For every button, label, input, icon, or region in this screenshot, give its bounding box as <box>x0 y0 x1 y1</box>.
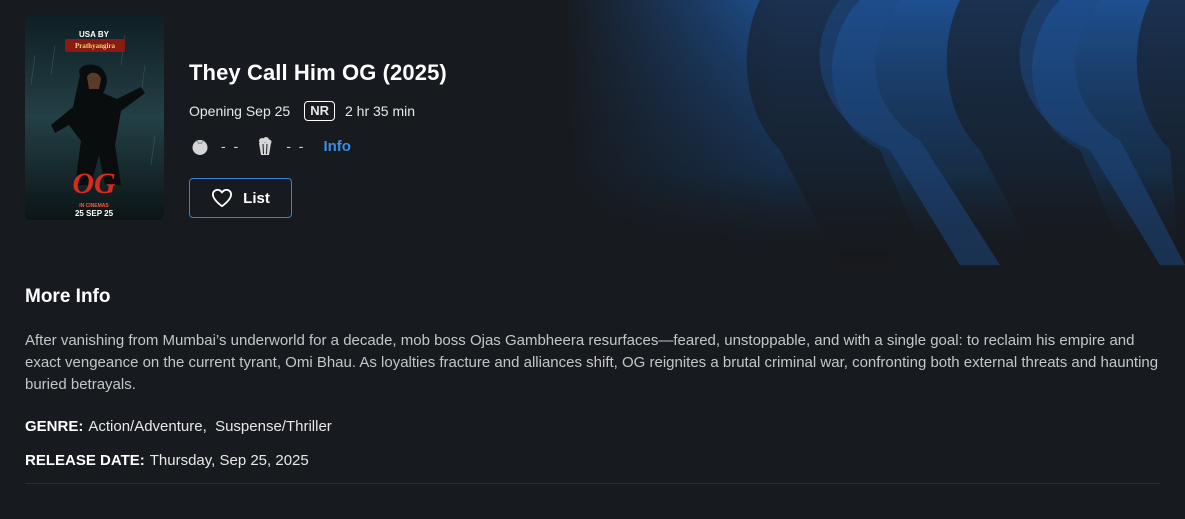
hero-background <box>0 0 1185 265</box>
movie-description: After vanishing from Mumbai’s underworld… <box>25 332 1159 393</box>
movie-title: They Call Him OG (2025) <box>189 60 447 85</box>
movie-poster[interactable]: USA BY Prathyangira OG IN CINEMAS 25 SEP… <box>25 15 164 220</box>
add-to-list-button[interactable]: List <box>189 178 292 218</box>
poster-title-text: OG <box>72 167 116 200</box>
divider <box>25 483 1160 484</box>
poster-logo-text: Prathyangira <box>75 42 116 50</box>
list-button-label: List <box>243 189 270 207</box>
genre-label: GENRE: <box>25 418 84 435</box>
release-date-row: RELEASE DATE: Thursday, Sep 25, 2025 <box>25 452 309 469</box>
tomatometer-score: - - <box>221 138 241 154</box>
rating-badge: NR <box>304 101 335 121</box>
poster-top-text: USA BY <box>79 30 110 39</box>
poster-image: USA BY Prathyangira OG IN CINEMAS 25 SEP… <box>25 15 164 220</box>
poster-release-text: 25 SEP 25 <box>75 209 114 218</box>
popcorn-icon <box>254 135 276 157</box>
heart-icon <box>211 188 233 208</box>
release-date-value: Thursday, Sep 25, 2025 <box>149 452 309 469</box>
tomato-icon <box>189 135 211 157</box>
popcornmeter-score: - - <box>286 138 306 154</box>
info-link[interactable]: Info <box>323 138 351 155</box>
genre-row: GENRE: Action/Adventure, Suspense/Thrille… <box>25 418 332 435</box>
release-date-label: RELEASE DATE: <box>25 452 145 469</box>
opening-date: Opening Sep 25 <box>189 103 291 119</box>
movie-meta: Opening Sep 25 NR 2 hr 35 min <box>189 100 415 122</box>
scores-row: - - - - Info <box>189 134 351 158</box>
genre-value: Action/Adventure, Suspense/Thriller <box>88 418 332 435</box>
runtime: 2 hr 35 min <box>344 103 416 119</box>
more-info-heading: More Info <box>25 286 111 307</box>
